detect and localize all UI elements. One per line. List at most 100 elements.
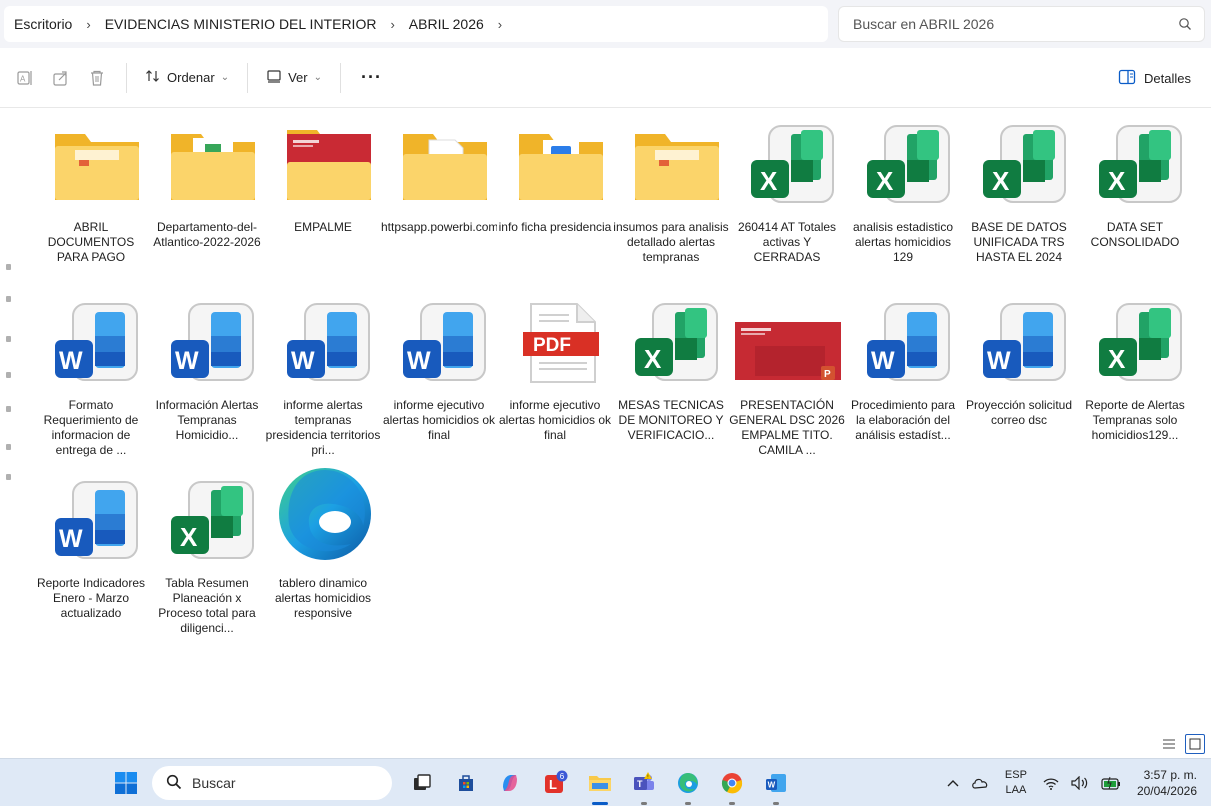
file-name-label: Formato Requerimiento de informacion de … — [43, 398, 139, 457]
chevron-right-icon: › — [86, 16, 91, 32]
file-item[interactable]: X BASE DE DATOS UNIFICADA TRS HASTA EL 20… — [961, 108, 1077, 284]
svg-text:A: A — [20, 74, 26, 83]
file-item[interactable]: ABRIL DOCUMENTOS PARA PAGO — [33, 108, 149, 284]
search-icon — [166, 774, 182, 793]
svg-text:W: W — [175, 347, 199, 375]
sort-button[interactable]: Ordenar ⌄ — [137, 62, 237, 94]
svg-text:!: ! — [647, 774, 648, 780]
svg-text:X: X — [760, 166, 778, 196]
language-indicator[interactable]: ESP LAA — [1005, 768, 1027, 798]
breadcrumb-abril[interactable]: ABRIL 2026 — [409, 16, 484, 32]
file-item[interactable]: X DATA SET CONSOLIDADO — [1077, 108, 1193, 284]
chevron-right-icon[interactable]: › — [498, 17, 502, 32]
scroll-marker — [6, 336, 11, 342]
word-file-icon: W — [51, 298, 143, 390]
view-button[interactable]: Ver ⌄ — [258, 62, 330, 94]
file-name-label: analisis estadistico alertas homicidios … — [852, 220, 954, 264]
file-item[interactable]: X Tabla Resumen Planeación x Proceso tota… — [149, 464, 265, 640]
edge-icon[interactable] — [672, 767, 704, 805]
file-item[interactable]: httpsapp.powerbi.comviewr=eyJrljoiNTQ1ZD… — [381, 108, 497, 284]
word-file-icon: W — [979, 298, 1071, 390]
file-item[interactable]: X 260414 AT Totales activas Y CERRADAS — [729, 108, 845, 284]
word-file-icon: W — [283, 298, 375, 390]
excel-file-icon: X — [747, 120, 839, 212]
clock[interactable]: 3:57 p. m. 20/04/2026 — [1137, 767, 1197, 799]
taskbar: Buscar L6 T! W ESP LAA 3:57 p. m. 20/04/… — [0, 758, 1211, 806]
taskbar-search-box[interactable]: Buscar — [152, 766, 392, 800]
more-options-button[interactable]: ··· — [351, 67, 392, 88]
file-name-label: Información Alertas Tempranas Homicidio.… — [155, 398, 259, 442]
onedrive-icon[interactable] — [971, 777, 989, 789]
running-indicator — [773, 802, 779, 805]
task-view-icon[interactable] — [406, 767, 438, 799]
file-item[interactable]: Departamento-del-Atlantico-2022-2026 — [149, 108, 265, 284]
word-taskbar-icon[interactable]: W — [760, 767, 792, 805]
copilot-icon[interactable] — [494, 767, 526, 799]
excel-file-icon: X — [631, 298, 723, 390]
svg-text:PDF: PDF — [533, 335, 571, 356]
view-toggles — [1159, 734, 1205, 754]
folder-icon — [399, 120, 491, 212]
search-input[interactable]: Buscar en ABRIL 2026 — [838, 6, 1205, 42]
file-name-label: 260414 AT Totales activas Y CERRADAS — [737, 220, 837, 264]
battery-charging-icon[interactable] — [1101, 776, 1121, 790]
file-item[interactable]: W Información Alertas Tempranas Homicidio… — [149, 286, 265, 462]
file-name-label: ABRIL DOCUMENTOS PARA PAGO — [47, 220, 135, 264]
large-icons-view-icon[interactable] — [1185, 734, 1205, 754]
delete-icon[interactable] — [80, 62, 114, 94]
file-item[interactable]: X Reporte de Alertas Tempranas solo homic… — [1077, 286, 1193, 462]
share-icon[interactable] — [44, 62, 78, 94]
file-explorer-window: Escritorio › EVIDENCIAS MINISTERIO DEL I… — [0, 0, 1211, 806]
chrome-icon[interactable] — [716, 767, 748, 805]
scroll-marker — [6, 474, 11, 480]
svg-text:W: W — [59, 347, 83, 375]
breadcrumb[interactable]: Escritorio › EVIDENCIAS MINISTERIO DEL I… — [4, 6, 828, 42]
breadcrumb-evidencias[interactable]: EVIDENCIAS MINISTERIO DEL INTERIOR — [105, 16, 377, 32]
scroll-marker — [6, 406, 11, 412]
navigation-pane-edge[interactable] — [0, 108, 18, 728]
file-item[interactable]: tablero dinamico alertas homicidios resp… — [265, 464, 381, 640]
details-view-icon[interactable] — [1159, 734, 1179, 754]
file-item[interactable]: W Formato Requerimiento de informacion de… — [33, 286, 149, 462]
file-item[interactable]: W Proyección solicitud correo dsc — [961, 286, 1077, 462]
file-name-label: Tabla Resumen Planeación x Proceso total… — [158, 576, 256, 635]
svg-text:W: W — [768, 781, 776, 790]
file-item[interactable]: insumos para analisis detallado alertas … — [613, 108, 729, 284]
file-item[interactable]: X MESAS TECNICAS DE MONITOREO Y VERIFICAC… — [613, 286, 729, 462]
file-item[interactable]: EMPALME — [265, 108, 381, 284]
wifi-icon[interactable] — [1043, 777, 1059, 790]
rename-icon[interactable]: A — [8, 62, 42, 94]
volume-icon[interactable] — [1071, 776, 1089, 790]
keyboard-layout: LAA — [1005, 784, 1027, 796]
svg-text:W: W — [871, 347, 895, 375]
file-item[interactable]: info ficha presidencia — [497, 108, 613, 284]
teams-icon[interactable]: T! — [628, 767, 660, 805]
file-item[interactable]: Winforme ejecutivo alertas homicidios ok… — [381, 286, 497, 462]
address-bar: Escritorio › EVIDENCIAS MINISTERIO DEL I… — [0, 0, 1211, 48]
file-item[interactable]: W Procedimiento para la elaboración del a… — [845, 286, 961, 462]
svg-text:X: X — [876, 166, 894, 196]
file-item[interactable]: Xanalisis estadistico alertas homicidios… — [845, 108, 961, 284]
folder-icon — [167, 120, 259, 212]
clock-date: 20/04/2026 — [1136, 784, 1197, 798]
excel-file-icon: X — [167, 476, 259, 568]
microsoft-store-icon[interactable] — [450, 767, 482, 799]
svg-text:X: X — [992, 166, 1010, 196]
start-button[interactable] — [110, 767, 142, 799]
svg-text:X: X — [644, 344, 662, 374]
file-item[interactable]: PDF informe ejecutivo alertas homicidios … — [497, 286, 613, 462]
chevron-up-icon[interactable] — [947, 779, 959, 787]
file-item[interactable]: W Reporte Indicadores Enero - Marzo actua… — [33, 464, 149, 640]
pdf-file-icon: PDF — [515, 298, 607, 390]
file-explorer-icon[interactable] — [584, 767, 616, 805]
lms-app-icon[interactable]: L6 — [540, 767, 572, 799]
scroll-marker — [6, 372, 11, 378]
file-item[interactable]: Winforme alertas tempranas presidencia t… — [265, 286, 381, 462]
search-icon[interactable] — [1170, 9, 1200, 39]
breadcrumb-escritorio[interactable]: Escritorio — [14, 16, 72, 32]
details-button[interactable]: Detalles — [1118, 62, 1191, 94]
file-item[interactable]: P PRESENTACIÓN GENERAL DSC 2026 EMPALME T… — [729, 286, 845, 462]
svg-text:W: W — [987, 347, 1011, 375]
clock-time: 3:57 p. m. — [1143, 768, 1197, 782]
file-name-label: Reporte de Alertas Tempranas solo homici… — [1085, 398, 1185, 442]
